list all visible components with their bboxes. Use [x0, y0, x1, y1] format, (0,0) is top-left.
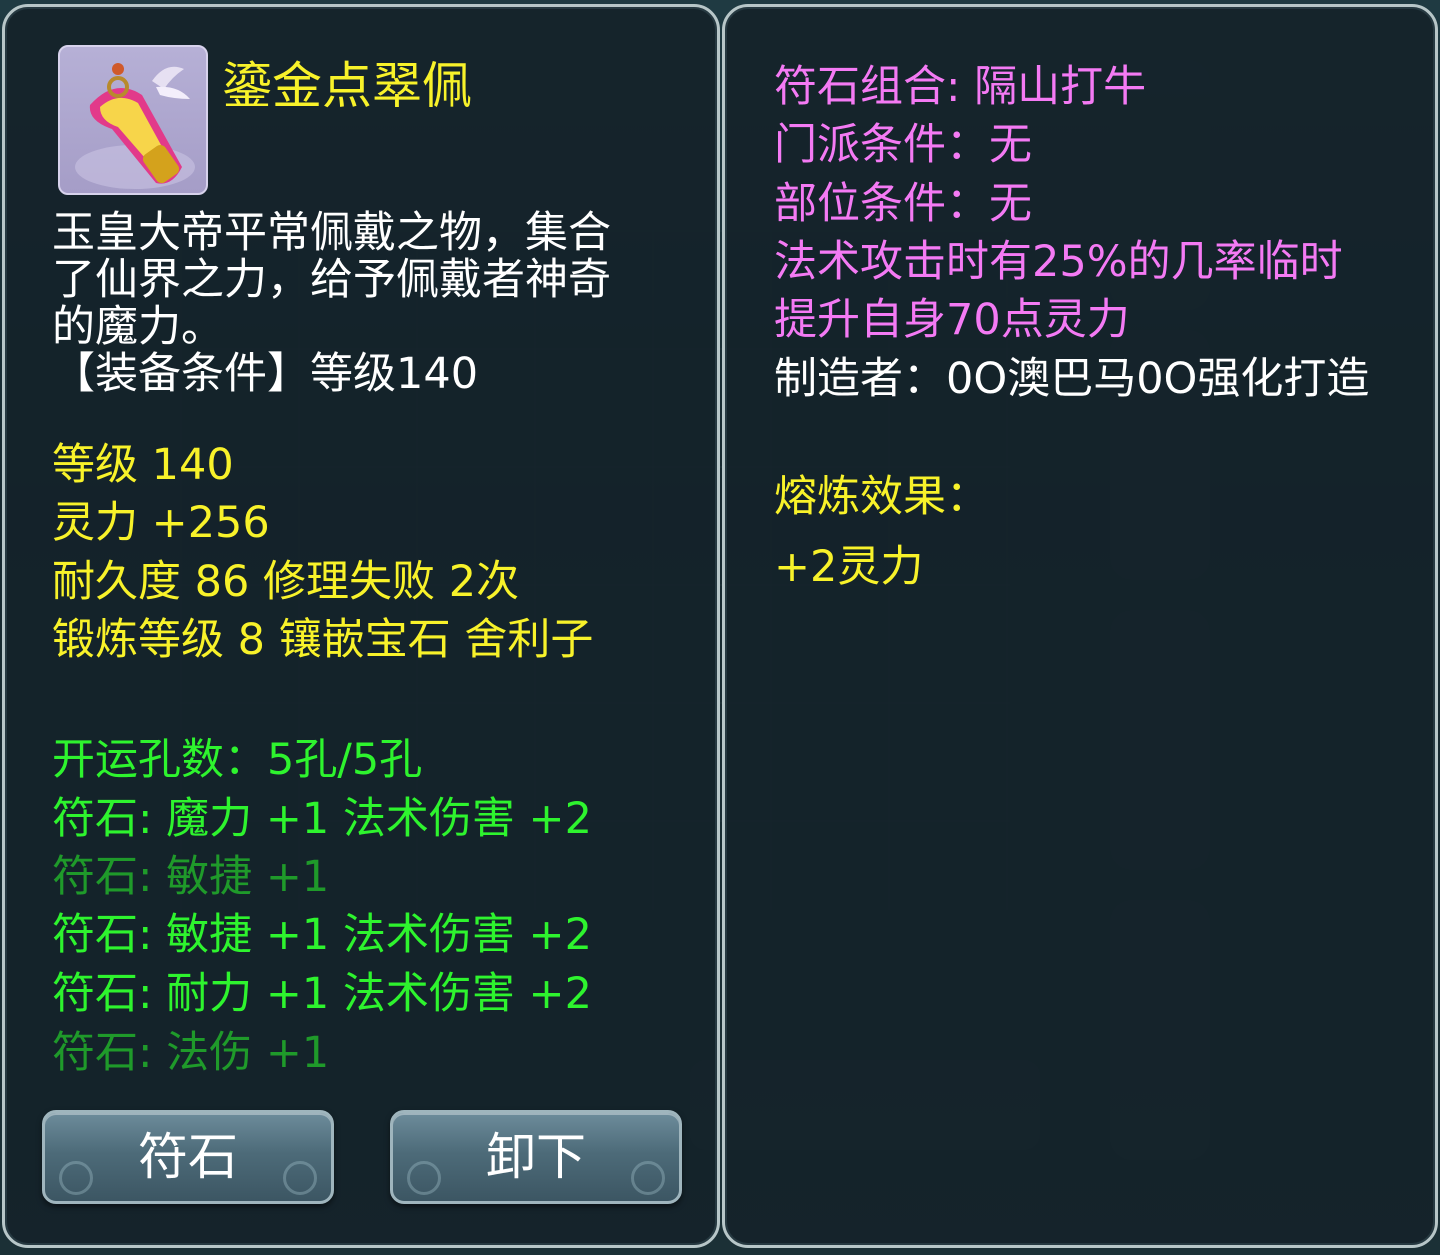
rune-line: 符石: 耐力 +1 法术伤害 +2: [52, 969, 592, 1019]
rune-line: 符石: 敏捷 +1: [52, 852, 330, 902]
maker-info: 制造者：0O澳巴马0O强化打造: [774, 354, 1370, 404]
stat-durability: 耐久度 86 修理失败 2次: [52, 557, 520, 607]
item-name: 鎏金点翠佩: [222, 57, 472, 115]
stat-level: 等级 140: [52, 440, 234, 490]
swirl-ornament-icon: [407, 1161, 441, 1195]
rune-button[interactable]: 符石: [42, 1110, 334, 1204]
stat-forge: 锻炼等级 8 镶嵌宝石 舍利子: [52, 615, 594, 665]
swirl-ornament-icon: [59, 1161, 93, 1195]
game-screen: 鎏金点翠佩 玉皇大帝平常佩戴之物，集合了仙界之力，给予佩戴者神奇的魔力。 【装备…: [0, 0, 1440, 1255]
sect-requirement: 门派条件：无: [774, 120, 1032, 170]
unequip-button-label: 卸下: [486, 1128, 586, 1186]
swirl-ornament-icon: [631, 1161, 665, 1195]
rune-button-label: 符石: [138, 1128, 238, 1186]
equip-requirement: 【装备条件】等级140: [52, 349, 479, 399]
stat-sockets: 开运孔数：5孔/5孔: [52, 735, 423, 785]
item-description: 玉皇大帝平常佩戴之物，集合了仙界之力，给予佩戴者神奇的魔力。: [52, 208, 611, 352]
swirl-ornament-icon: [283, 1161, 317, 1195]
item-description-block: 玉皇大帝平常佩戴之物，集合了仙界之力，给予佩戴者神奇的魔力。 【装备条件】等级1…: [52, 210, 652, 398]
smelt-value: +2灵力: [774, 542, 924, 592]
rune-combo-name: 符石组合: 隔山打牛: [774, 62, 1147, 112]
rune-combo-effect: 法术攻击时有25%的几率临时提升自身70点灵力: [774, 237, 1343, 345]
unequip-button[interactable]: 卸下: [390, 1110, 682, 1204]
rune-line: 符石: 魔力 +1 法术伤害 +2: [52, 794, 592, 844]
rune-line: 符石: 敏捷 +1 法术伤害 +2: [52, 910, 592, 960]
rune-line: 符石: 法伤 +1: [52, 1028, 330, 1078]
smelt-label: 熔炼效果：: [774, 472, 989, 522]
slot-requirement: 部位条件：无: [774, 179, 1032, 229]
golden-pendant-icon: [58, 45, 208, 195]
stat-spirit: 灵力 +256: [52, 498, 270, 548]
